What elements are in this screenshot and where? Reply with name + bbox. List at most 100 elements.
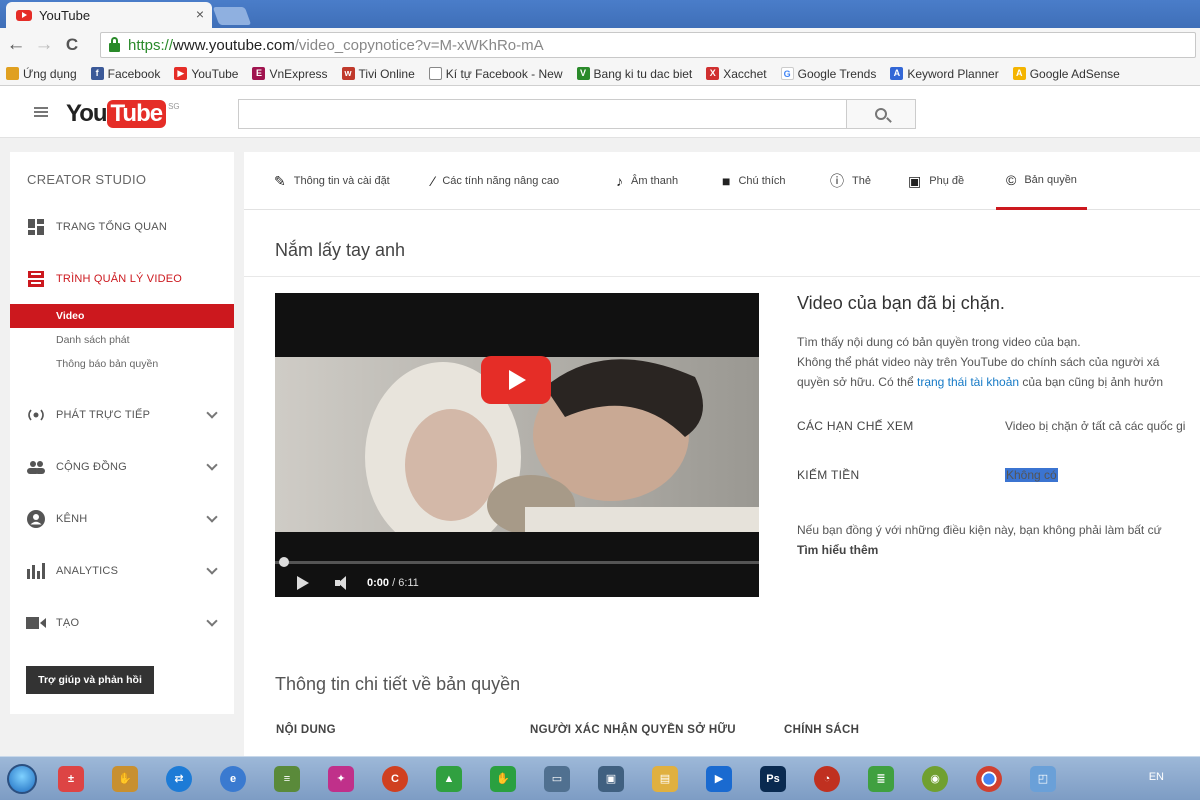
lock-icon [109,36,120,52]
teamviewer-icon: ⇄ [166,765,192,792]
bookmark-xacchet[interactable]: X Xacchet [706,67,767,81]
address-bar[interactable]: https://www.youtube.com/video_copynotice… [100,32,1196,58]
sidebar-item-video-manager[interactable]: TRÌNH QUẢN LÝ VIDEO [10,264,234,294]
sidebar-item-label: TẠO [56,617,80,629]
youtube-logo[interactable]: You Tube SG [66,100,180,128]
forward-button[interactable]: → [32,34,56,56]
chevron-down-icon[interactable] [206,563,218,575]
account-status-link[interactable]: trạng thái tài khoản [917,375,1019,389]
taskbar-app[interactable]: ✋ [482,760,524,798]
taskbar-app[interactable]: ▭ [536,760,578,798]
apps-grid-icon [6,67,19,80]
bookmarks-bar: Ứng dụng f Facebook ▶ YouTube E VnExpress w… [0,62,1200,86]
language-indicator[interactable]: EN [1149,771,1164,783]
divider [244,276,1200,277]
adwords-icon: A [890,67,904,80]
tab-info-settings[interactable]: ✎ Thông tin và cài đặt [274,152,390,210]
sidebar-item-dashboard[interactable]: TRANG TỔNG QUAN [10,212,234,242]
taskbar-app[interactable]: ≣ [860,760,902,798]
taskbar-app[interactable]: ▲ [428,760,470,798]
play-icon[interactable] [297,576,309,590]
notice-line-2: Không thể phát video này trên YouTube do… [797,355,1160,369]
browser-tab[interactable]: YouTube × [6,2,212,28]
taskbar-app[interactable]: ✋ [104,760,146,798]
help-feedback-button[interactable]: Trợ giúp và phản hồi [26,666,154,694]
dashboard-icon [26,218,46,236]
tab-audio[interactable]: ♪ Âm thanh [616,152,678,210]
url-host: www.youtube.com [173,36,295,54]
search-button[interactable] [846,99,916,129]
bookmark-google-trends[interactable]: G Google Trends [780,66,877,81]
bookmark-ki-tu-facebook[interactable]: Kí tự Facebook - New [428,67,563,81]
bookmark-apps[interactable]: Ứng dụng [6,67,77,81]
xacchet-icon: X [706,67,720,80]
volume-icon[interactable] [335,576,353,590]
play-button-overlay[interactable] [481,356,551,404]
taskbar-app[interactable]: ± [50,760,92,798]
tab-label: Bản quyền [1024,173,1077,186]
menu-icon[interactable] [34,107,48,117]
tab-copyright[interactable]: © Bản quyền [996,152,1087,210]
google-icon: G [780,67,794,80]
tab-subtitles[interactable]: ▣ Phụ đề [908,152,964,210]
bookmark-label: Google Trends [797,66,877,81]
reload-button[interactable]: C [60,35,84,55]
chevron-down-icon[interactable] [206,407,218,419]
bookmark-facebook[interactable]: f Facebook [90,67,160,81]
start-button[interactable] [0,759,44,799]
taskbar-app[interactable]: ◰ [1022,760,1064,798]
taskbar-app[interactable]: ▶ [698,760,740,798]
restrictions-value: Video bị chặn ở tất cả các quốc gi [1005,419,1186,433]
bookmark-keyword-planner[interactable]: A Keyword Planner [890,67,999,81]
back-button[interactable]: ← [4,34,28,56]
tab-close-icon[interactable]: × [196,6,204,22]
chevron-down-icon[interactable] [206,511,218,523]
chevron-down-icon[interactable] [206,459,218,471]
sidebar-subitem-playlists[interactable]: Danh sách phát [10,328,234,352]
search-input[interactable] [238,99,848,129]
progress-handle[interactable] [279,557,289,567]
green-hand-icon: ✋ [490,765,516,792]
search-icon [875,108,887,120]
window-icon: ◰ [1030,765,1056,792]
bookmark-adsense[interactable]: A Google AdSense [1012,67,1120,81]
bookmark-vnexpress[interactable]: E VnExpress [252,66,328,81]
notice-line-3-text: quyền sở hữu. Có thể [797,375,917,389]
sidebar-subitem-video[interactable]: Video [10,304,234,328]
tab-annotations[interactable]: ■ Chú thích [722,152,786,210]
sidebar-item-analytics[interactable]: ANALYTICS [10,556,234,586]
taskbar-app[interactable]: ◔ [806,760,848,798]
bookmark-tivi-online[interactable]: w Tivi Online [341,67,415,81]
taskbar-app[interactable]: ◉ [914,760,956,798]
taskbar-app[interactable]: Ps [752,760,794,798]
media-player-icon: ▶ [706,765,732,792]
sidebar-subitem-copyright-notices[interactable]: Thông báo bản quyền [10,352,234,376]
sidebar-item-channel[interactable]: KÊNH [10,504,234,534]
bookmark-label: VnExpress [269,66,328,81]
taskbar-app[interactable]: e [212,760,254,798]
notice-line-3-end: của bạn cũng bị ảnh hưởn [1019,375,1164,389]
taskbar-app[interactable]: ✦ [320,760,362,798]
url-path: /video_copynotice?v=M-xWKhRo-mA [294,36,544,54]
sidebar-item-community[interactable]: CỘNG ĐỒNG [10,452,234,482]
tab-cards[interactable]: ⓘ Thẻ [830,152,871,210]
taskbar-app[interactable]: ≡ [266,760,308,798]
taskbar-app[interactable]: ▤ [644,760,686,798]
new-tab-button[interactable] [212,7,252,25]
chevron-down-icon[interactable] [206,615,218,627]
sidebar-item-create[interactable]: TẠO [10,608,234,638]
tab-advanced-features[interactable]: ⁄ Các tính năng nâng cao [432,152,559,210]
music-note-icon: ♪ [616,173,623,189]
taskbar-app[interactable]: ⇄ [158,760,200,798]
calculator-icon: ± [58,765,84,792]
video-player[interactable]: 0:00 / 6:11 [275,293,759,597]
learn-more-link[interactable]: Tìm hiểu thêm [797,543,878,557]
taskbar-app[interactable]: ▣ [590,760,632,798]
sidebar-item-label: TRÌNH QUẢN LÝ VIDEO [56,273,183,285]
taskbar-app[interactable]: C [374,760,416,798]
sidebar-item-live[interactable]: PHÁT TRỰC TIẾP [10,400,234,430]
bookmark-bang-ki-tu[interactable]: V Bang ki tu dac biet [576,67,692,81]
bookmark-youtube[interactable]: ▶ YouTube [174,67,238,81]
progress-bar[interactable] [275,557,759,567]
taskbar-app[interactable] [968,760,1010,798]
